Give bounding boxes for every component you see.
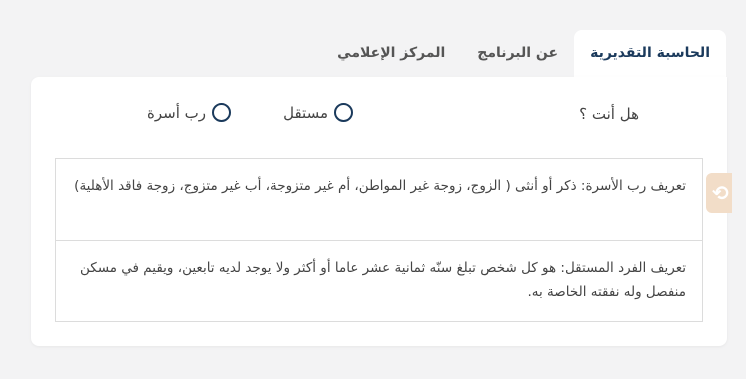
calculator-card: هل أنت ؟ مستقل رب أسرة تعريف رب الأسرة: … [31, 77, 727, 346]
accessibility-icon: ⟲ [712, 181, 729, 205]
radio-independent[interactable]: مستقل [283, 103, 353, 122]
radio-circle-icon[interactable] [334, 103, 353, 122]
accessibility-widget-button[interactable]: ⟲ [706, 173, 732, 213]
radio-head-of-family-label: رب أسرة [146, 103, 206, 122]
radio-circle-icon[interactable] [212, 103, 231, 122]
definition-head-of-family: تعريف رب الأسرة: ذكر أو أنثى ( الزوج، زو… [55, 158, 703, 241]
tab-about-program[interactable]: عن البرنامج [461, 30, 574, 77]
tab-estimate-calculator[interactable]: الحاسبة التقديرية [574, 30, 726, 77]
tab-bar: الحاسبة التقديرية عن البرنامج المركز الإ… [321, 30, 726, 77]
definitions-box: تعريف رب الأسرة: ذكر أو أنثى ( الزوج، زو… [55, 158, 703, 322]
tab-media-center[interactable]: المركز الإعلامي [321, 30, 461, 77]
applicant-type-question: هل أنت ؟ [579, 105, 639, 123]
radio-head-of-family[interactable]: رب أسرة [147, 103, 231, 122]
definition-independent: تعريف الفرد المستقل: هو كل شخص تبلغ سنّه… [55, 241, 703, 322]
radio-independent-label: مستقل [283, 103, 328, 122]
